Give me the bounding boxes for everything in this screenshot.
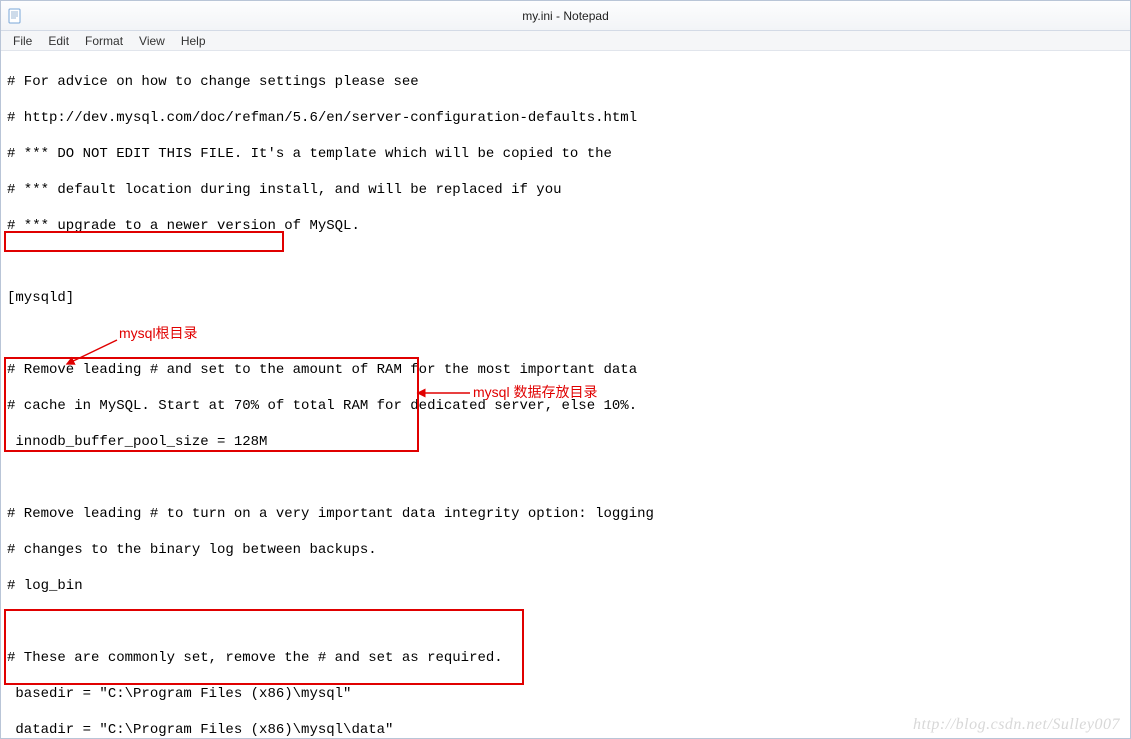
- text-line: [mysqld]: [7, 289, 1124, 307]
- menu-format[interactable]: Format: [77, 32, 131, 50]
- text-line: # log_bin: [7, 577, 1124, 595]
- menu-edit[interactable]: Edit: [40, 32, 77, 50]
- text-line: innodb_buffer_pool_size = 128M: [7, 433, 1124, 451]
- text-line: # cache in MySQL. Start at 70% of total …: [7, 397, 1124, 415]
- title-bar: my.ini - Notepad: [1, 1, 1130, 31]
- text-line: # *** DO NOT EDIT THIS FILE. It's a temp…: [7, 145, 1124, 163]
- text-line: # http://dev.mysql.com/doc/refman/5.6/en…: [7, 109, 1124, 127]
- text-line: # These are commonly set, remove the # a…: [7, 649, 1124, 667]
- text-line: # *** default location during install, a…: [7, 181, 1124, 199]
- text-line: # changes to the binary log between back…: [7, 541, 1124, 559]
- window-title: my.ini - Notepad: [522, 9, 608, 23]
- text-line: [7, 613, 1124, 631]
- notepad-icon: [7, 8, 23, 24]
- menu-bar: File Edit Format View Help: [1, 31, 1130, 51]
- text-editor[interactable]: # For advice on how to change settings p…: [1, 51, 1130, 738]
- text-line: # For advice on how to change settings p…: [7, 73, 1124, 91]
- text-line: [7, 325, 1124, 343]
- text-line: datadir = "C:\Program Files (x86)\mysql\…: [7, 721, 1124, 738]
- text-line: # Remove leading # to turn on a very imp…: [7, 505, 1124, 523]
- text-line: [7, 253, 1124, 271]
- text-line: # *** upgrade to a newer version of MySQ…: [7, 217, 1124, 235]
- text-line: # Remove leading # and set to the amount…: [7, 361, 1124, 379]
- text-line: basedir = "C:\Program Files (x86)\mysql": [7, 685, 1124, 703]
- menu-file[interactable]: File: [5, 32, 40, 50]
- menu-view[interactable]: View: [131, 32, 173, 50]
- menu-help[interactable]: Help: [173, 32, 214, 50]
- text-line: [7, 469, 1124, 487]
